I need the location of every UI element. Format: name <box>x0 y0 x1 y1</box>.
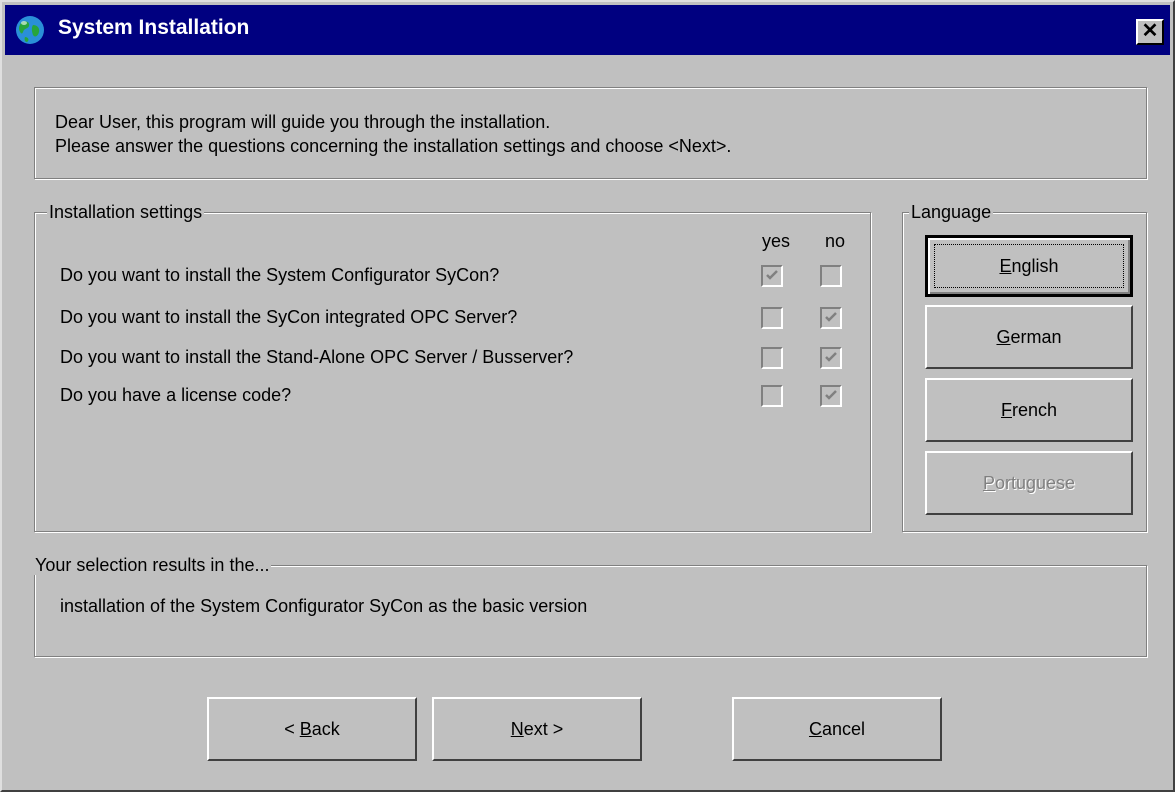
question-1-no-checkbox[interactable] <box>820 265 842 287</box>
next-label: ext > <box>523 719 564 739</box>
question-2-label: Do you want to install the SyCon integra… <box>60 307 518 327</box>
german-button[interactable]: German <box>925 305 1133 369</box>
installation-settings-legend: Installation settings <box>47 202 205 222</box>
french-label: rench <box>1011 400 1058 420</box>
checkmark-icon <box>825 312 837 322</box>
cancel-label: ancel <box>821 719 866 739</box>
focus-rectangle <box>934 244 1124 288</box>
french-mnemonic: F <box>1000 400 1012 420</box>
no-column-header: no <box>825 231 846 251</box>
question-4-label: Do you have a license code? <box>60 385 292 405</box>
title-bar[interactable]: System Installation ✕ <box>5 5 1170 55</box>
question-4-no-checkbox[interactable] <box>820 385 842 407</box>
intro-line-2: Please answer the questions concerning t… <box>55 136 732 156</box>
back-label: ack <box>311 719 340 739</box>
language-group: Language English German French Portugues… <box>902 202 1147 532</box>
checkmark-icon <box>825 352 837 362</box>
back-mnemonic: B <box>299 719 312 739</box>
question-3-no-checkbox[interactable] <box>820 347 842 369</box>
selection-result-group: Your selection results in the... install… <box>33 555 1147 657</box>
question-4-yes-checkbox[interactable] <box>761 385 783 407</box>
checkmark-icon <box>825 390 837 400</box>
language-legend: Language <box>909 202 994 222</box>
checkmark-icon <box>766 270 778 280</box>
portuguese-label: ortuguese <box>994 473 1076 493</box>
close-icon: ✕ <box>1141 20 1159 42</box>
next-mnemonic: N <box>510 719 524 739</box>
globe-icon <box>16 16 44 44</box>
portuguese-mnemonic: P <box>982 473 995 493</box>
question-1-label: Do you want to install the System Config… <box>60 265 500 285</box>
selection-result-legend: Your selection results in the... <box>33 555 272 575</box>
selection-result-text: installation of the System Configurator … <box>60 596 588 616</box>
german-mnemonic: G <box>996 327 1011 347</box>
back-arrow: < <box>284 719 300 739</box>
installation-settings-group: Installation settings yes no Do you want… <box>34 202 871 532</box>
back-button[interactable]: < Back <box>207 697 417 761</box>
next-button[interactable]: Next > <box>432 697 642 761</box>
french-button[interactable]: French <box>925 378 1133 442</box>
question-2-no-checkbox[interactable] <box>820 307 842 329</box>
german-label: erman <box>1010 327 1062 347</box>
intro-panel: Dear User, this program will guide you t… <box>34 87 1147 179</box>
question-3-yes-checkbox[interactable] <box>761 347 783 369</box>
question-3-label: Do you want to install the Stand-Alone O… <box>60 347 574 367</box>
english-button[interactable]: English <box>925 235 1133 297</box>
question-2-yes-checkbox[interactable] <box>761 307 783 329</box>
installer-window: System Installation ✕ Dear User, this pr… <box>0 0 1175 792</box>
close-button[interactable]: ✕ <box>1136 19 1164 45</box>
cancel-button[interactable]: Cancel <box>732 697 942 761</box>
intro-line-1: Dear User, this program will guide you t… <box>55 112 551 132</box>
question-1-yes-checkbox[interactable] <box>761 265 783 287</box>
portuguese-button[interactable]: Portuguese <box>925 451 1133 515</box>
yes-column-header: yes <box>762 231 791 251</box>
window-title: System Installation <box>58 16 250 39</box>
cancel-mnemonic: C <box>808 719 822 739</box>
